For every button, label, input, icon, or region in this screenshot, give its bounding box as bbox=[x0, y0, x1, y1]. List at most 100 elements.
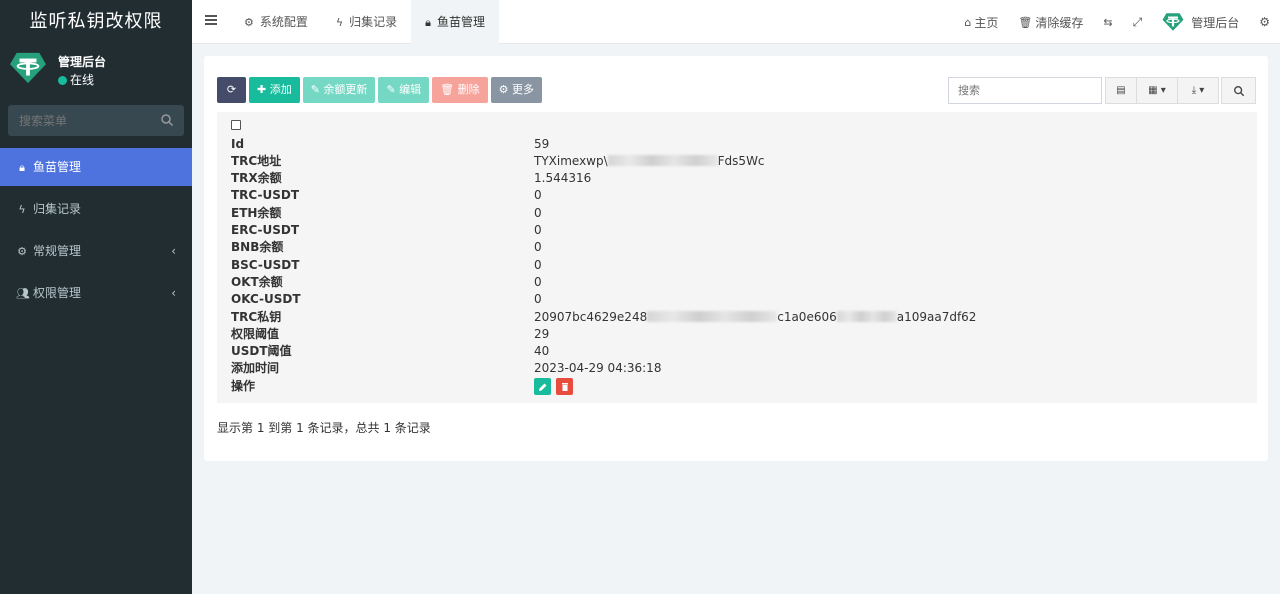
user-panel: 管理后台 在线 bbox=[0, 44, 192, 96]
balance-update-button[interactable]: ✎ 余额更新 bbox=[302, 77, 376, 103]
field-label: Id bbox=[231, 137, 245, 151]
field-value: 0 bbox=[534, 223, 542, 237]
field-label: TRC-USDT bbox=[231, 188, 300, 202]
field-label: ETH余额 bbox=[231, 206, 282, 220]
fullscreen-button[interactable]: ⤢ bbox=[1123, 0, 1153, 44]
field-label: BNB余额 bbox=[231, 240, 284, 254]
sidebar-menu: 🔒︎ 鱼苗管理 ϟ 归集记录 ⚙ 常规管理 ‹ 👥︎ 权限管理 ‹ bbox=[0, 148, 192, 316]
online-dot-icon bbox=[58, 76, 67, 85]
content-panel: ⟳ ✚ 添加 ✎ 余额更新 ✎ 编辑 🗑︎ 删除 ⚙ 更多 ▤ ▦ ▾ ⤓ ▾ … bbox=[204, 56, 1268, 461]
sidebar-item-label: 权限管理 bbox=[33, 286, 82, 300]
table-search-input[interactable] bbox=[949, 78, 1099, 103]
card-view-toggle[interactable]: ▤ bbox=[1105, 77, 1137, 104]
admin-menu[interactable]: 管理后台 bbox=[1152, 0, 1249, 44]
lock-icon: 🔒︎ bbox=[19, 161, 25, 174]
field-label: 操作 bbox=[231, 379, 256, 393]
edit-label: 编辑 bbox=[399, 83, 422, 96]
field-row: TRX余额 1.544316 bbox=[231, 170, 1251, 187]
field-value: 40 bbox=[534, 344, 550, 358]
add-button[interactable]: ✚ 添加 bbox=[249, 77, 300, 103]
key-prefix: 20907bc4629e248 bbox=[534, 310, 648, 324]
sidebar-item-label: 归集记录 bbox=[33, 202, 82, 216]
cogs-icon: ⚙ bbox=[1259, 15, 1270, 29]
field-row: 操作 bbox=[231, 378, 1251, 395]
sidebar-item-collection-records[interactable]: ϟ 归集记录 bbox=[0, 190, 192, 228]
sidebar-item-permission-management[interactable]: 👥︎ 权限管理 ‹ bbox=[0, 274, 192, 312]
field-value: 59 bbox=[534, 137, 550, 151]
trash-icon: 🗑︎ bbox=[440, 83, 455, 96]
field-value: 0 bbox=[534, 292, 542, 306]
sidebar-search bbox=[8, 105, 184, 136]
chevron-left-icon: ‹ bbox=[171, 286, 176, 300]
menu-toggle-icon[interactable] bbox=[204, 13, 218, 27]
tab-label: 归集记录 bbox=[349, 15, 398, 29]
users-icon: 👥︎ bbox=[16, 287, 30, 300]
view-toggle-group: ▤ ▦ ▾ ⤓ ▾ bbox=[1105, 77, 1219, 104]
home-label: 主页 bbox=[974, 15, 999, 30]
tab-collection-records[interactable]: ϟ 归集记录 bbox=[322, 0, 411, 44]
right-nav: ⌂ 主页 🗑︎ 清除缓存 ⇆ ⤢ 管理后台 ⚙ bbox=[954, 0, 1280, 44]
row-delete-button[interactable] bbox=[556, 378, 573, 395]
export-dropdown[interactable]: ⤓ ▾ bbox=[1177, 77, 1219, 104]
edit-button[interactable]: ✎ 编辑 bbox=[378, 77, 430, 103]
pagination-summary: 显示第 1 到第 1 条记录，总共 1 条记录 bbox=[217, 421, 431, 435]
export-icon: ⤓ ▾ bbox=[1191, 85, 1205, 96]
tab-system-config[interactable]: ⚙ 系统配置 bbox=[230, 0, 322, 44]
trc-private-key-value: 20907bc4629e248 c1a0e606 a109aa7df62 bbox=[534, 309, 976, 326]
tab-fish-management[interactable]: 🔒︎ 鱼苗管理 bbox=[411, 0, 500, 44]
field-row: Id 59 bbox=[231, 136, 1251, 153]
sidebar-item-fish-management[interactable]: 🔒︎ 鱼苗管理 bbox=[0, 148, 192, 186]
field-label: USDT阈值 bbox=[231, 344, 292, 358]
balance-update-label: 余额更新 bbox=[323, 83, 368, 96]
pencil-icon: ✎ bbox=[310, 83, 320, 96]
row-checkbox[interactable] bbox=[231, 120, 241, 130]
field-value: 29 bbox=[534, 327, 550, 341]
search-button[interactable] bbox=[1221, 77, 1256, 104]
record-card: Id 59 TRC地址 TYXimexwp\ Fds5Wc TRX余额 1.544… bbox=[217, 112, 1257, 403]
table-icon: ▤ bbox=[1116, 85, 1126, 96]
sidebar-item-general-management[interactable]: ⚙ 常规管理 ‹ bbox=[0, 232, 192, 270]
field-row: USDT阈值 40 bbox=[231, 343, 1251, 360]
settings-button[interactable]: ⚙ bbox=[1249, 0, 1280, 44]
row-edit-button[interactable] bbox=[534, 378, 551, 395]
gear-icon: ⚙ bbox=[244, 16, 254, 29]
address-prefix: TYXimexwp\ bbox=[534, 154, 608, 168]
field-row: 添加时间 2023-04-29 04:36:18 bbox=[231, 360, 1251, 377]
field-label: ERC-USDT bbox=[231, 223, 300, 237]
field-value: 0 bbox=[534, 206, 542, 220]
cogs-icon: ⚙ bbox=[17, 245, 27, 258]
admin-label: 管理后台 bbox=[1191, 15, 1240, 30]
clear-cache-button[interactable]: 🗑︎ 清除缓存 bbox=[1008, 0, 1093, 44]
more-button[interactable]: ⚙ 更多 bbox=[490, 77, 542, 103]
lock-icon: 🔒︎ bbox=[425, 16, 432, 29]
pencil-icon: ✎ bbox=[386, 83, 396, 96]
translate-icon: ⇆ bbox=[1103, 15, 1113, 29]
refresh-icon: ⟳ bbox=[226, 83, 237, 96]
field-label: OKC-USDT bbox=[231, 292, 301, 306]
field-label: TRC地址 bbox=[231, 154, 282, 168]
columns-dropdown[interactable]: ▦ ▾ bbox=[1136, 77, 1178, 104]
refresh-button[interactable]: ⟳ bbox=[217, 77, 246, 103]
search-icon[interactable] bbox=[160, 113, 174, 127]
redacted-blur bbox=[647, 311, 778, 322]
home-link[interactable]: ⌂ 主页 bbox=[954, 0, 1008, 44]
trash-icon bbox=[561, 382, 568, 391]
add-label: 添加 bbox=[269, 83, 292, 96]
tab-label: 鱼苗管理 bbox=[437, 15, 486, 29]
app-title[interactable]: 监听私钥改权限 bbox=[0, 0, 192, 44]
sidebar-item-label: 常规管理 bbox=[33, 244, 82, 258]
tether-logo-icon bbox=[1162, 13, 1184, 31]
chevron-left-icon: ‹ bbox=[171, 244, 176, 258]
field-row: TRC私钥 20907bc4629e248 c1a0e606 a109aa7df62 bbox=[231, 309, 1251, 326]
field-row: ERC-USDT 0 bbox=[231, 222, 1251, 239]
delete-button[interactable]: 🗑︎ 删除 bbox=[432, 77, 488, 103]
redacted-blur bbox=[836, 311, 897, 322]
field-value: 1.544316 bbox=[534, 171, 592, 185]
toolbar: ⟳ ✚ 添加 ✎ 余额更新 ✎ 编辑 🗑︎ 删除 ⚙ 更多 bbox=[217, 77, 545, 103]
sidebar-search-input[interactable] bbox=[8, 105, 148, 136]
language-button[interactable]: ⇆ bbox=[1093, 0, 1122, 44]
key-mid: c1a0e606 bbox=[777, 310, 837, 324]
pencil-icon bbox=[538, 383, 546, 391]
field-label: TRC私钥 bbox=[231, 310, 282, 324]
field-row: OKT余额 0 bbox=[231, 274, 1251, 291]
